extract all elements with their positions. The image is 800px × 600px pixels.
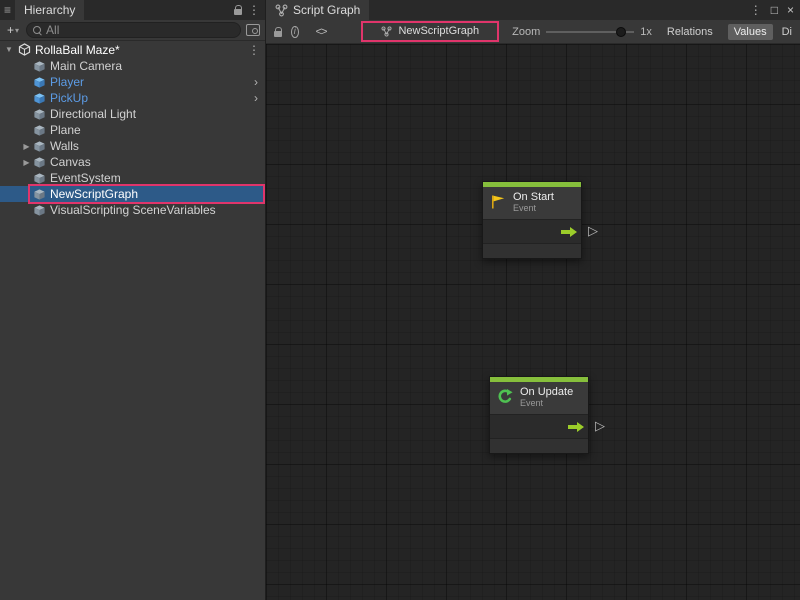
script-graph-panel: Script Graph ⋮ □ × i <> NewScriptGraph Z… bbox=[266, 0, 800, 600]
graph-asset-icon bbox=[381, 26, 392, 37]
hierarchy-item-main-camera[interactable]: Main Camera bbox=[0, 58, 265, 74]
hierarchy-item-visualscripting-scenevariables[interactable]: VisualScripting SceneVariables bbox=[0, 202, 265, 218]
search-icon bbox=[33, 26, 42, 35]
flag-icon bbox=[489, 193, 507, 211]
panel-menu-icon[interactable]: ≡ bbox=[0, 0, 15, 20]
zoom-value: 1x bbox=[640, 26, 652, 38]
graph-tabstrip: Script Graph ⋮ □ × bbox=[266, 0, 800, 20]
hierarchy-item-walls[interactable]: ▶ Walls bbox=[0, 138, 265, 154]
hierarchy-tree: Main Camera Player › PickUp › Directiona… bbox=[0, 58, 265, 600]
item-label: NewScriptGraph bbox=[50, 187, 138, 201]
output-port-icon[interactable]: ▷ bbox=[595, 419, 605, 432]
relations-toggle[interactable]: Relations bbox=[661, 24, 719, 40]
graph-title: NewScriptGraph bbox=[398, 25, 479, 37]
item-label: Directional Light bbox=[50, 107, 136, 121]
node-subtitle: Event bbox=[513, 204, 554, 214]
tab-hierarchy[interactable]: Hierarchy bbox=[15, 0, 84, 20]
tab-script-graph[interactable]: Script Graph bbox=[266, 0, 369, 20]
scene-header[interactable]: ▼ RollaBall Maze* ⋮ bbox=[0, 41, 265, 58]
foldout-open-icon[interactable]: ▼ bbox=[4, 45, 14, 54]
hierarchy-item-newscriptgraph[interactable]: NewScriptGraph bbox=[0, 186, 265, 202]
window-options-icon[interactable]: ⋮ bbox=[750, 3, 762, 17]
gameobject-icon bbox=[33, 188, 46, 201]
node-title: On Start bbox=[513, 191, 554, 204]
gameobject-icon bbox=[33, 204, 46, 217]
gameobject-icon bbox=[33, 172, 46, 185]
hierarchy-toolbar: + ▾ All bbox=[0, 20, 265, 41]
gameobject-icon bbox=[33, 108, 46, 121]
hierarchy-item-pickup[interactable]: PickUp › bbox=[0, 90, 265, 106]
flow-arrow-icon bbox=[561, 227, 577, 237]
gameobject-icon bbox=[33, 156, 46, 169]
search-value: All bbox=[46, 23, 59, 37]
item-label: VisualScripting SceneVariables bbox=[50, 203, 216, 217]
prefab-icon bbox=[33, 92, 46, 105]
chevron-right-icon[interactable]: › bbox=[254, 91, 258, 105]
item-label: Plane bbox=[50, 123, 81, 137]
close-icon[interactable]: × bbox=[787, 3, 794, 17]
node-footer bbox=[483, 243, 581, 258]
item-label: Main Camera bbox=[50, 59, 122, 73]
code-view-icon[interactable]: <> bbox=[316, 26, 327, 38]
scene-picker-icon[interactable] bbox=[246, 24, 260, 36]
scene-options-icon[interactable]: ⋮ bbox=[248, 43, 260, 57]
gameobject-icon bbox=[33, 124, 46, 137]
unity-editor-window: ≡ Hierarchy ⋮ + ▾ All ▼ bbox=[0, 0, 800, 600]
zoom-label: Zoom bbox=[512, 26, 540, 38]
zoom-slider-knob[interactable] bbox=[616, 27, 626, 37]
node-header[interactable]: On Update Event bbox=[490, 382, 588, 414]
hierarchy-search-input[interactable]: All bbox=[26, 22, 241, 38]
graph-lock-icon[interactable] bbox=[274, 31, 282, 37]
graph-title-annotation: NewScriptGraph bbox=[361, 21, 499, 42]
hierarchy-item-directional-light[interactable]: Directional Light bbox=[0, 106, 265, 122]
hierarchy-item-player[interactable]: Player › bbox=[0, 74, 265, 90]
panel-options-icon[interactable]: ⋮ bbox=[248, 3, 260, 17]
values-toggle[interactable]: Values bbox=[728, 24, 773, 40]
lock-icon[interactable] bbox=[234, 9, 242, 15]
gameobject-icon bbox=[33, 140, 46, 153]
node-flow-row: ▷ bbox=[490, 414, 588, 438]
prefab-icon bbox=[33, 76, 46, 89]
node-flow-row: ▷ bbox=[483, 219, 581, 243]
hierarchy-item-canvas[interactable]: ▶ Canvas bbox=[0, 154, 265, 170]
hierarchy-panel: ≡ Hierarchy ⋮ + ▾ All ▼ bbox=[0, 0, 266, 600]
node-header[interactable]: On Start Event bbox=[483, 187, 581, 219]
unity-scene-icon bbox=[18, 43, 31, 56]
item-label: Player bbox=[50, 75, 84, 89]
node-title: On Update bbox=[520, 386, 573, 399]
foldout-closed-icon[interactable]: ▶ bbox=[20, 158, 33, 167]
flow-arrow-icon bbox=[568, 422, 584, 432]
maximize-icon[interactable]: □ bbox=[771, 3, 778, 17]
info-icon[interactable]: i bbox=[291, 26, 299, 38]
tab-hierarchy-label: Hierarchy bbox=[24, 3, 75, 17]
hierarchy-item-plane[interactable]: Plane bbox=[0, 122, 265, 138]
hierarchy-tabstrip: ≡ Hierarchy ⋮ bbox=[0, 0, 265, 20]
dim-toggle[interactable]: Di bbox=[782, 26, 792, 38]
script-graph-icon bbox=[275, 4, 288, 17]
chevron-right-icon[interactable]: › bbox=[254, 75, 258, 89]
item-label: Canvas bbox=[50, 155, 91, 169]
zoom-slider[interactable] bbox=[546, 26, 634, 38]
gameobject-icon bbox=[33, 60, 46, 73]
node-on-update[interactable]: On Update Event ▷ bbox=[489, 376, 589, 454]
plus-icon: + bbox=[7, 23, 14, 37]
graph-toolbar: i <> NewScriptGraph Zoom 1x Relations Va… bbox=[266, 20, 800, 44]
node-subtitle: Event bbox=[520, 399, 573, 409]
item-label: EventSystem bbox=[50, 171, 121, 185]
item-label: PickUp bbox=[50, 91, 88, 105]
loop-icon bbox=[496, 388, 514, 406]
create-object-button[interactable]: + ▾ bbox=[5, 23, 21, 37]
dropdown-arrow-icon: ▾ bbox=[15, 26, 19, 35]
item-label: Walls bbox=[50, 139, 79, 153]
tab-script-graph-label: Script Graph bbox=[293, 3, 360, 17]
output-port-icon[interactable]: ▷ bbox=[588, 224, 598, 237]
scene-name: RollaBall Maze* bbox=[35, 43, 120, 57]
node-footer bbox=[490, 438, 588, 453]
foldout-closed-icon[interactable]: ▶ bbox=[20, 142, 33, 151]
node-on-start[interactable]: On Start Event ▷ bbox=[482, 181, 582, 259]
hierarchy-item-eventsystem[interactable]: EventSystem bbox=[0, 170, 265, 186]
graph-canvas[interactable]: On Start Event ▷ bbox=[266, 44, 800, 600]
